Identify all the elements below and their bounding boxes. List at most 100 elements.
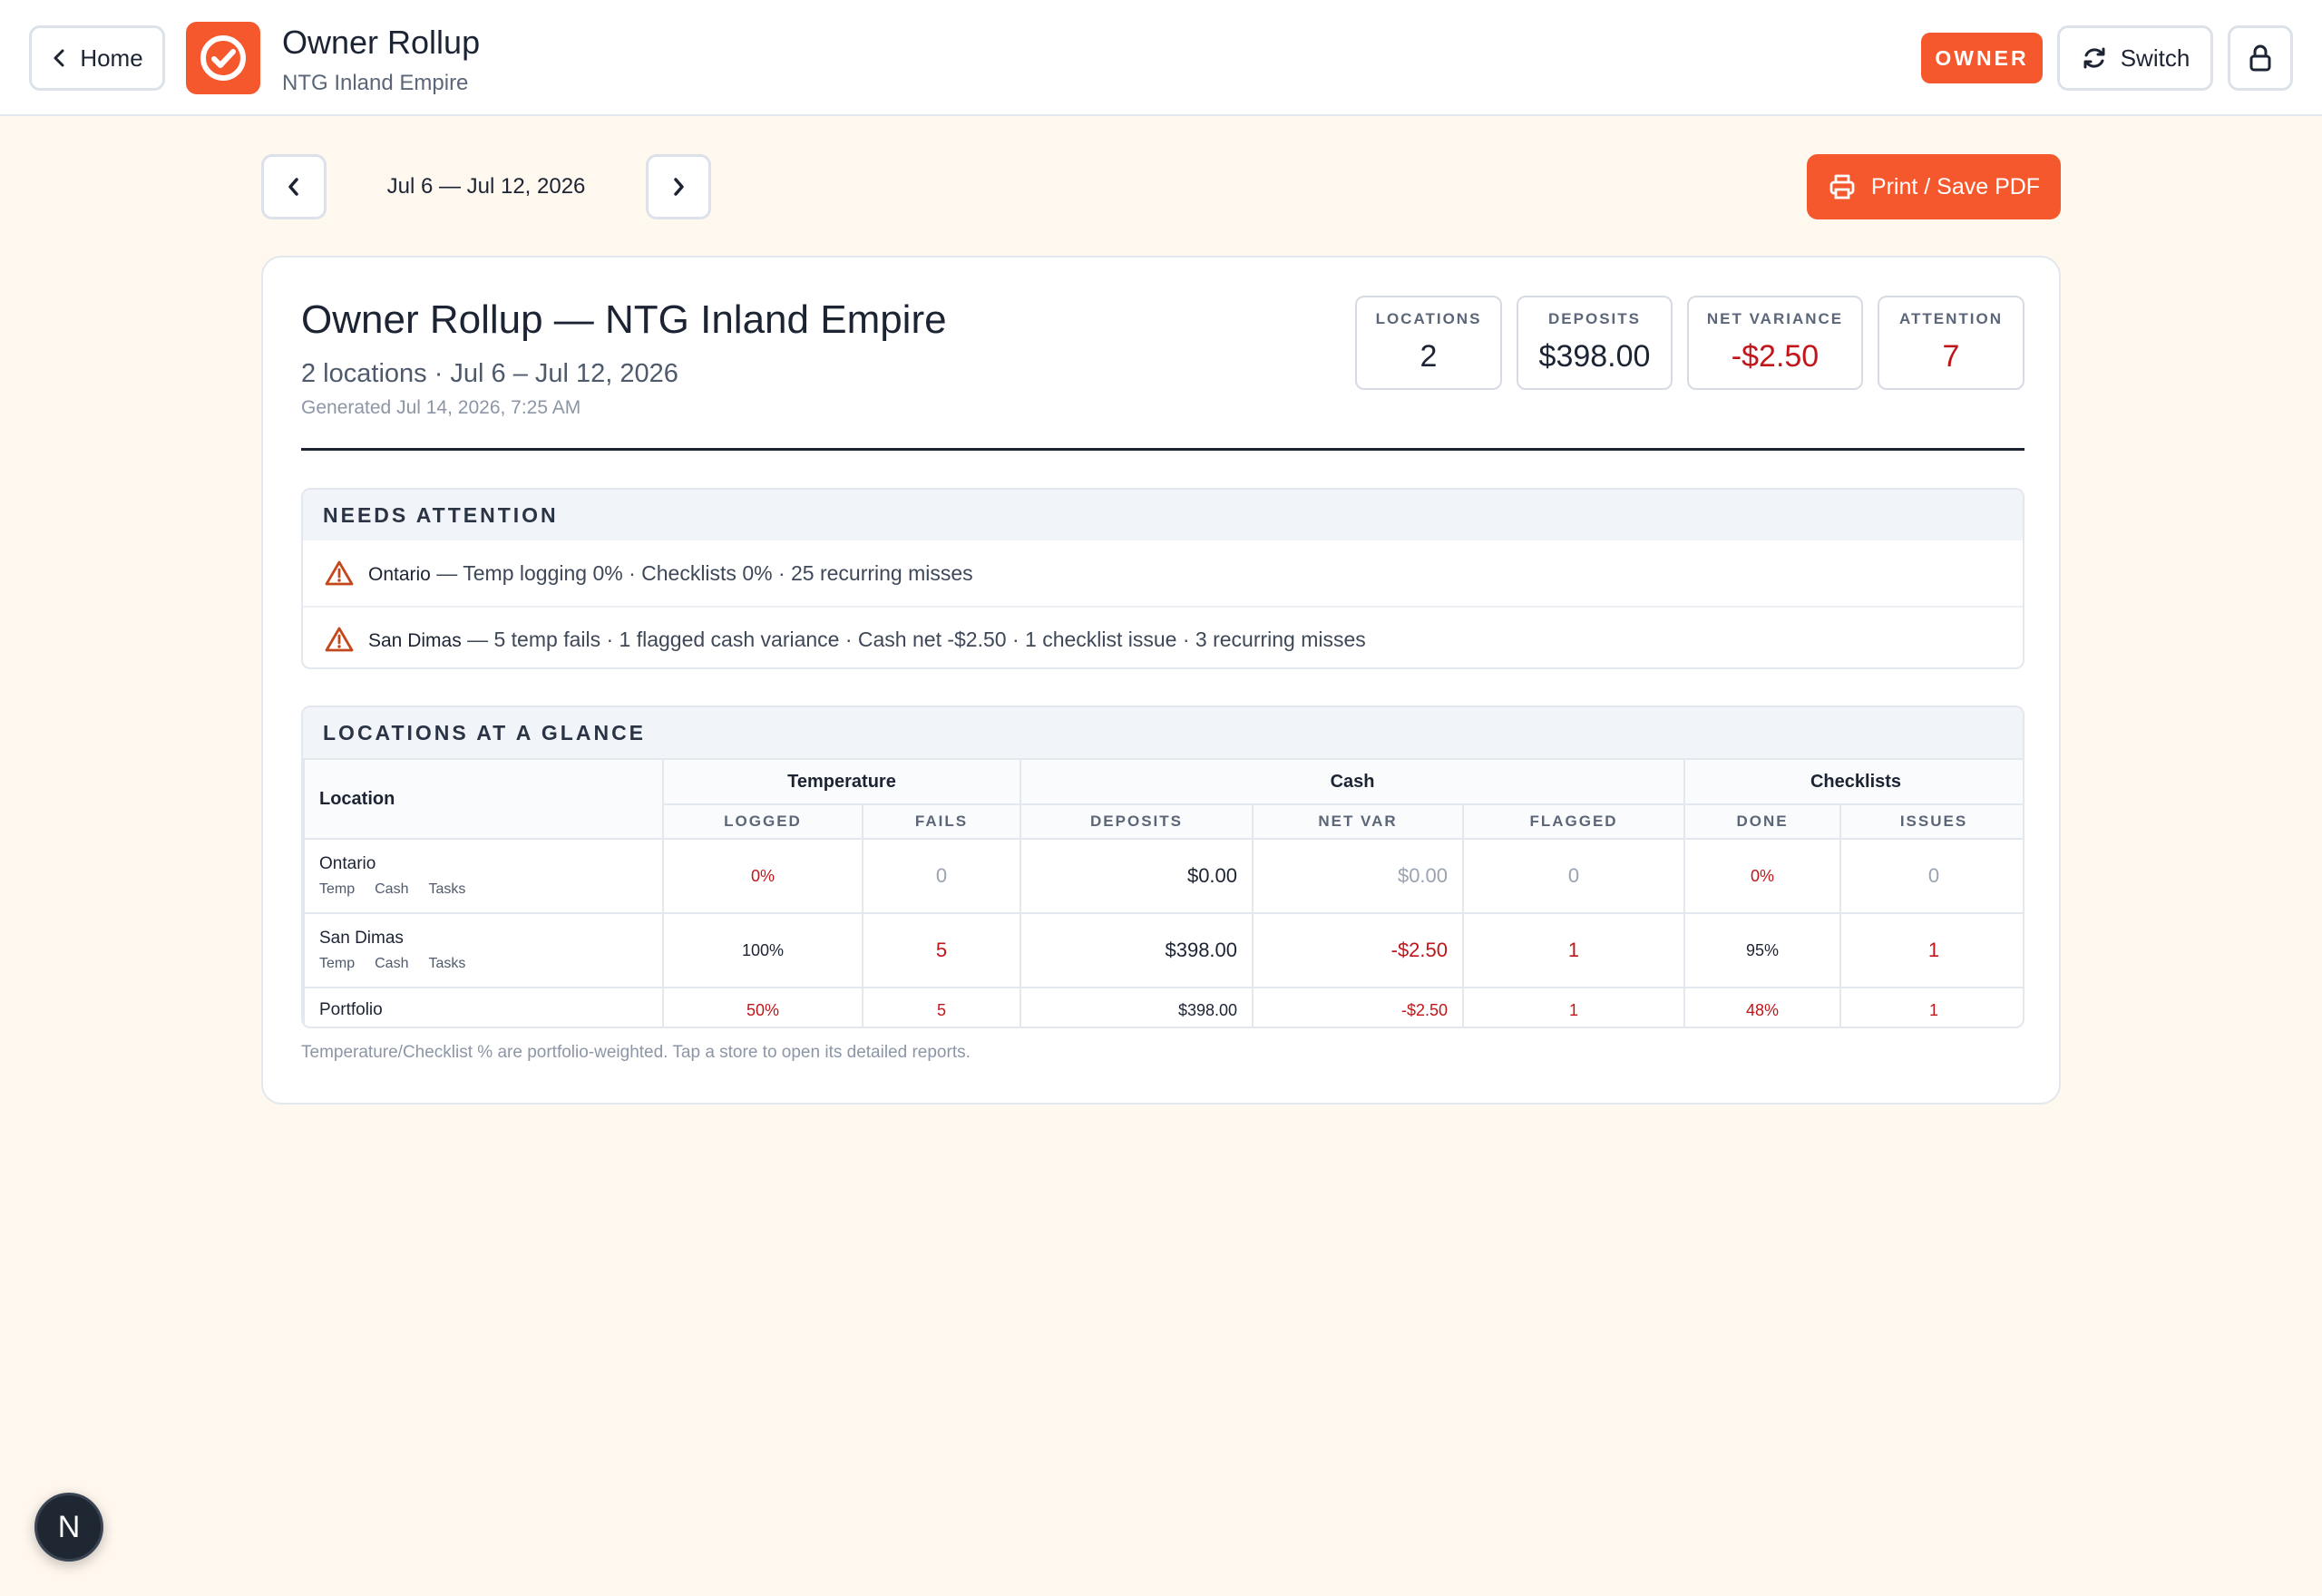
deposits-cell: $398.00 [1020, 987, 1254, 1027]
app-logo [186, 22, 260, 94]
location-name[interactable]: San Dimas [319, 929, 662, 949]
stat-attention: ATTENTION 7 [1878, 296, 2024, 390]
flagged-cell: 0 [1462, 838, 1686, 914]
logged-cell: 100% [662, 912, 863, 988]
locations-table: Location Temperature Cash Checklists LOG… [303, 758, 2023, 1027]
stat-net-variance: NET VARIANCE -$2.50 [1687, 296, 1863, 390]
location-cell: Ontario Temp Cash Tasks [303, 838, 664, 914]
attention-item: San Dimas — 5 temp fails · 1 flagged cas… [303, 606, 2023, 667]
temp-link[interactable]: Temp [319, 956, 355, 972]
table-footnote: Temperature/Checklist % are portfolio-we… [301, 1043, 971, 1062]
switch-button[interactable]: Switch [2057, 25, 2213, 91]
dev-tools-badge[interactable]: N [34, 1493, 103, 1562]
stat-label: ATTENTION [1898, 310, 2003, 327]
home-button[interactable]: Home [29, 25, 165, 91]
logged-cell: 50% [662, 987, 863, 1027]
page-subtitle: NTG Inland Empire [282, 71, 469, 95]
stat-label: DEPOSITS [1548, 310, 1641, 327]
divider [301, 448, 2024, 451]
deposits-cell: $398.00 [1020, 912, 1254, 988]
switch-label: Switch [2120, 44, 2190, 72]
lock-icon [2249, 44, 2271, 72]
stat-locations: LOCATIONS 2 [1355, 296, 1502, 390]
group-header-cash: Cash [1020, 758, 1686, 805]
report-title: Owner Rollup — NTG Inland Empire [301, 297, 947, 342]
tasks-link[interactable]: Tasks [428, 956, 465, 972]
week-range-label: Jul 6 — Jul 12, 2026 [386, 174, 586, 199]
print-save-pdf-button[interactable]: Print / Save PDF [1807, 154, 2061, 219]
net-var-cell: -$2.50 [1252, 987, 1465, 1027]
page-title: Owner Rollup [282, 24, 481, 61]
previous-week-button[interactable] [261, 154, 327, 219]
column-header-flagged: FLAGGED [1462, 803, 1686, 840]
group-header-temperature: Temperature [661, 758, 1022, 805]
next-week-button[interactable] [646, 154, 711, 219]
lock-button[interactable] [2228, 25, 2293, 91]
done-cell: 48% [1683, 987, 1842, 1027]
attention-location: Ontario [368, 563, 431, 585]
attention-detail: — Temp logging 0% · Checklists 0% · 25 r… [436, 560, 973, 585]
chevron-left-icon [288, 178, 298, 196]
chevron-right-icon [674, 178, 684, 196]
stat-value: -$2.50 [1731, 339, 1820, 374]
section-heading: NEEDS ATTENTION [303, 490, 2023, 540]
chevron-left-icon [54, 49, 64, 67]
home-label: Home [80, 44, 143, 72]
stat-label: NET VARIANCE [1706, 310, 1844, 327]
fails-cell: 5 [861, 912, 1022, 988]
refresh-icon [2083, 47, 2105, 69]
stat-value: 2 [1420, 339, 1438, 374]
cash-link[interactable]: Cash [375, 881, 408, 898]
attention-location: San Dimas [368, 629, 462, 651]
cash-link[interactable]: Cash [375, 956, 408, 972]
column-header-issues: ISSUES [1839, 803, 2023, 840]
stat-value: 7 [1942, 339, 1960, 374]
group-header-checklists: Checklists [1683, 758, 2023, 805]
role-badge: OWNER [1921, 33, 2043, 83]
printer-icon [1829, 174, 1855, 200]
flagged-cell: 1 [1462, 987, 1686, 1027]
table-row[interactable]: Ontario Temp Cash Tasks 0% 0 $0.00 $0.00… [303, 838, 2023, 914]
top-bar: Home Owner Rollup NTG Inland Empire OWNE… [0, 0, 2322, 116]
stat-label: LOCATIONS [1375, 310, 1482, 327]
tasks-link[interactable]: Tasks [428, 881, 465, 898]
report-card: Owner Rollup — NTG Inland Empire 2 locat… [261, 256, 2061, 1105]
done-cell: 0% [1683, 838, 1842, 914]
table-row[interactable]: San Dimas Temp Cash Tasks 100% 5 $398.00… [303, 912, 2023, 988]
stat-deposits: DEPOSITS $398.00 [1517, 296, 1673, 390]
column-header-fails: FAILS [861, 803, 1022, 840]
check-circle-icon [200, 35, 246, 81]
fails-cell: 0 [861, 838, 1022, 914]
warning-icon [325, 560, 354, 586]
column-header-logged: LOGGED [662, 803, 863, 840]
stat-value: $398.00 [1538, 339, 1651, 374]
column-header-location: Location [303, 758, 664, 840]
net-var-cell: $0.00 [1252, 838, 1465, 914]
issues-cell: 1 [1839, 912, 2023, 988]
issues-cell: 0 [1839, 838, 2023, 914]
flagged-cell: 1 [1462, 912, 1686, 988]
warning-icon [325, 627, 354, 652]
portfolio-name: Portfolio [303, 987, 664, 1027]
section-heading: LOCATIONS AT A GLANCE [303, 707, 2023, 758]
temp-link[interactable]: Temp [319, 881, 355, 898]
needs-attention-section: NEEDS ATTENTION Ontario — Temp logging 0… [301, 488, 2024, 669]
logged-cell: 0% [662, 838, 863, 914]
report-generated: Generated Jul 14, 2026, 7:25 AM [301, 397, 581, 418]
done-cell: 95% [1683, 912, 1842, 988]
locations-at-a-glance-section: LOCATIONS AT A GLANCE Location Temperatu… [301, 706, 2024, 1028]
attention-detail: — 5 temp fails · 1 flagged cash variance… [467, 627, 1366, 651]
attention-item: Ontario — Temp logging 0% · Checklists 0… [303, 540, 2023, 606]
location-cell: San Dimas Temp Cash Tasks [303, 912, 664, 988]
column-header-deposits: DEPOSITS [1020, 803, 1254, 840]
location-name[interactable]: Ontario [319, 854, 662, 874]
portfolio-row: Portfolio 50% 5 $398.00 -$2.50 1 48% 1 [303, 987, 2023, 1027]
print-label: Print / Save PDF [1870, 173, 2041, 200]
fails-cell: 5 [861, 987, 1022, 1027]
deposits-cell: $0.00 [1020, 838, 1254, 914]
net-var-cell: -$2.50 [1252, 912, 1465, 988]
column-header-net-var: NET VAR [1252, 803, 1465, 840]
issues-cell: 1 [1839, 987, 2023, 1027]
report-meta: 2 locations · Jul 6 – Jul 12, 2026 [301, 359, 678, 388]
column-header-done: DONE [1683, 803, 1842, 840]
